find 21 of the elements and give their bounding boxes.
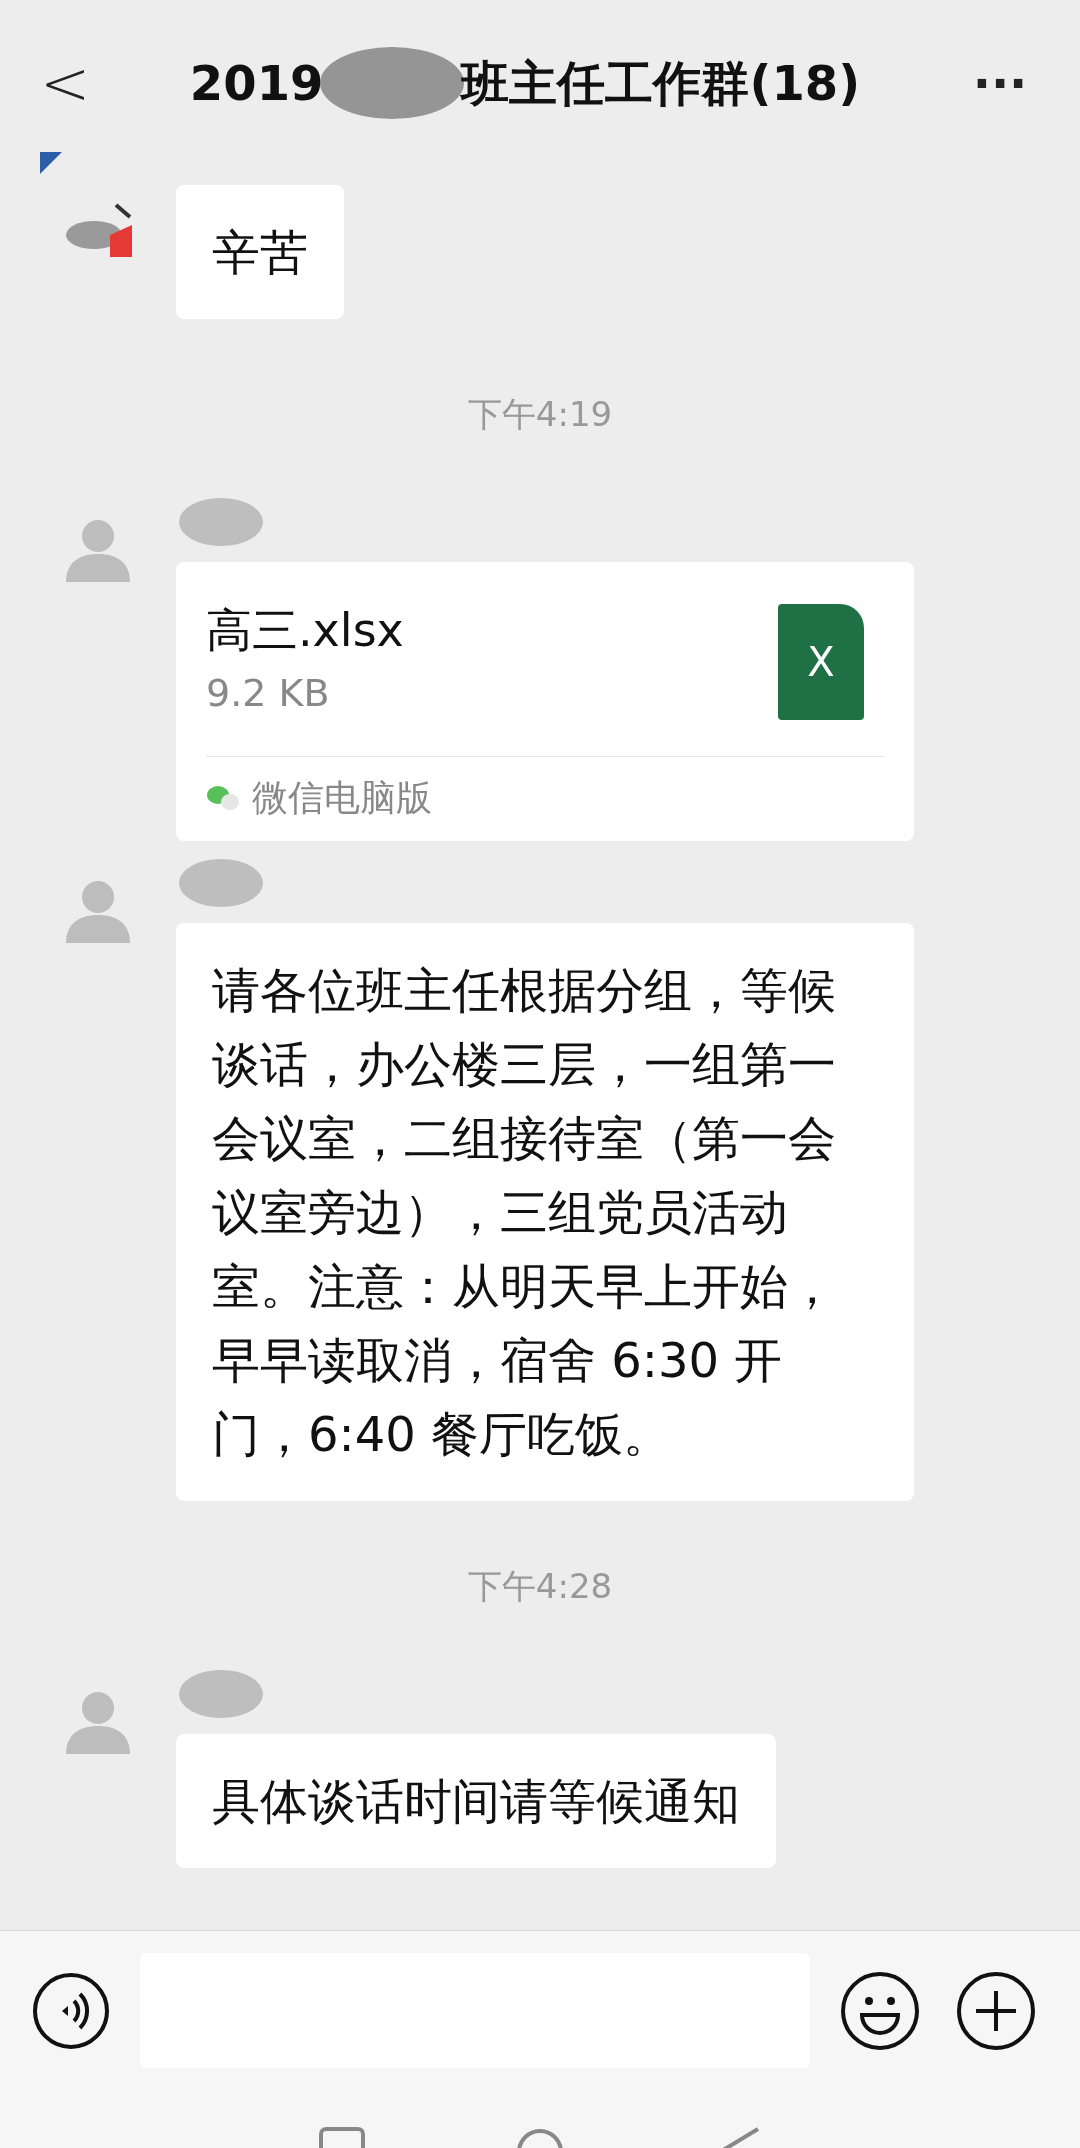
more-button[interactable]: ··· <box>960 58 1040 107</box>
plus-icon[interactable] <box>956 1970 1036 2051</box>
recent-apps-icon[interactable] <box>318 2126 366 2148</box>
message-bubble[interactable]: 辛苦 <box>176 185 344 319</box>
message-bubble[interactable]: 具体谈话时间请等候通知 <box>176 1734 776 1868</box>
back-button[interactable]: < <box>40 52 90 113</box>
chat-title: 班主任工作群(18) <box>461 53 861 113</box>
home-icon[interactable] <box>516 2126 564 2148</box>
corner-mark-icon <box>40 152 62 174</box>
spreadsheet-icon: X <box>778 604 864 720</box>
timestamp: 下午4:19 <box>467 393 613 436</box>
file-card[interactable]: 高三.xlsx 9.2 KB X 微信电脑版 <box>176 562 914 841</box>
timestamp: 下午4:28 <box>467 1565 613 1608</box>
message-bubble[interactable]: 请各位班主任根据分组，等候谈话，办公楼三层，一组第一会议室，二组接待室（第一会议室旁边），三组党员活动室。注意：从明天早上开始，早早读取消，宿舍 6:30 开门，6:40 餐厅吃饭。 <box>176 923 914 1501</box>
chat-title: 2019 <box>189 53 324 113</box>
source-label: 微信电脑版 <box>252 776 432 820</box>
voice-icon[interactable] <box>32 1971 110 2050</box>
emoji-icon[interactable] <box>840 1970 920 2051</box>
wechat-icon <box>206 784 240 812</box>
file-name: 高三.xlsx <box>206 602 404 659</box>
file-size: 9.2 KB <box>206 670 331 717</box>
